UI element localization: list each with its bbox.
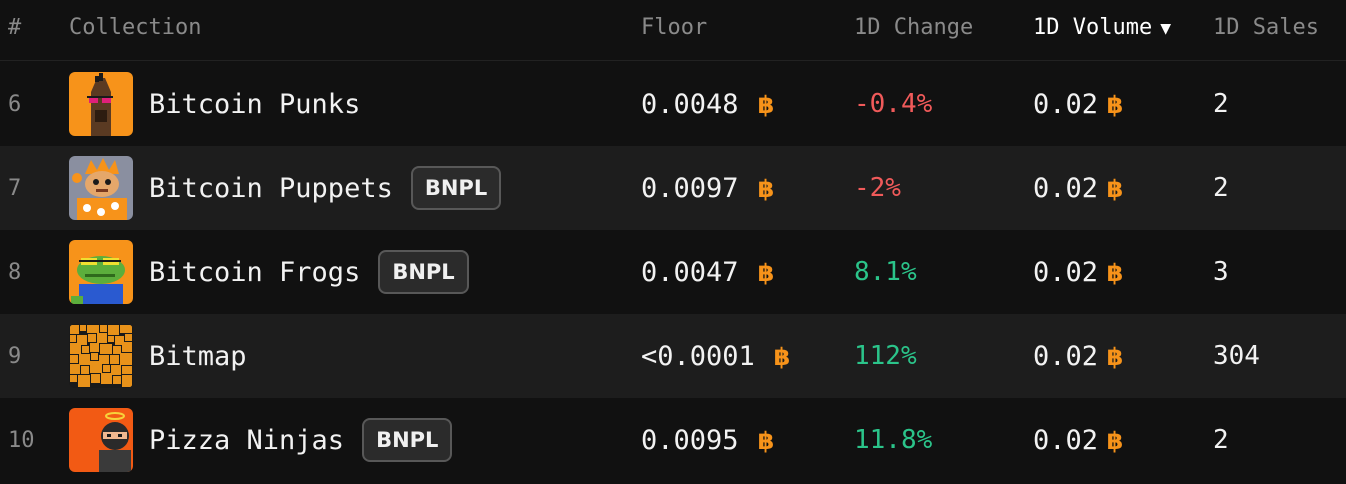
table-row[interactable]: 8 Bitcoin Frogs BNPL 0.0047 ฿ 8.1% 0.02 ฿… [0,230,1346,314]
svg-text:฿: ฿ [1107,427,1124,453]
1d-change: -0.4% [854,89,933,119]
svg-text:฿: ฿ [773,343,790,369]
volume-value: 0.02 [1033,88,1099,120]
floor-price: 0.0048 ฿ [641,62,775,146]
bitcoin-icon: ฿ [757,175,774,201]
row-rank: 10 [8,427,35,453]
bitcoin-frogs-thumbnail [69,230,133,314]
bitcoin-punks-thumbnail [69,62,133,146]
header-1d-volume-label: 1D Volume [1033,15,1153,40]
bitcoin-icon: ฿ [1107,91,1124,117]
volume-value: 0.02 [1033,172,1099,204]
bnpl-badge: BNPL [362,418,453,462]
svg-text:฿: ฿ [757,91,774,117]
floor-value: 0.0097 [641,172,739,204]
bitcoin-icon: ฿ [1107,343,1124,369]
svg-text:฿: ฿ [757,259,774,285]
collection-name-text: Bitcoin Frogs [149,256,361,288]
row-rank: 7 [8,175,22,201]
1d-sales: 3 [1213,257,1229,287]
1d-volume: 0.02 ฿ [1033,230,1124,314]
sort-descending-icon: ▼ [1160,18,1172,39]
collections-table: # Collection Floor 1D Change 1D Volume ▼ … [0,0,1346,484]
1d-change: 8.1% [854,257,917,287]
header-collection[interactable]: Collection [69,14,201,42]
svg-text:฿: ฿ [1107,91,1124,117]
table-header: # Collection Floor 1D Change 1D Volume ▼ … [0,0,1346,61]
svg-text:฿: ฿ [757,427,774,453]
1d-sales: 2 [1213,173,1229,203]
1d-change: -2% [854,173,901,203]
bitcoin-icon: ฿ [1107,427,1124,453]
volume-value: 0.02 [1033,256,1099,288]
1d-sales: 304 [1213,341,1260,371]
1d-sales: 2 [1213,89,1229,119]
1d-sales: 2 [1213,425,1229,455]
floor-value: 0.0095 [641,424,739,456]
bitcoin-icon: ฿ [773,343,790,369]
1d-change: 11.8% [854,425,933,455]
volume-value: 0.02 [1033,424,1099,456]
1d-volume: 0.02 ฿ [1033,146,1124,230]
svg-text:฿: ฿ [1107,343,1124,369]
collection-name[interactable]: Bitmap [149,314,247,398]
table-row[interactable]: 6 Bitcoin Punks 0.0048 ฿ -0.4% 0.02 ฿ 2 [0,62,1346,146]
svg-text:฿: ฿ [1107,259,1124,285]
header-floor[interactable]: Floor [641,14,707,42]
svg-text:฿: ฿ [1107,175,1124,201]
header-1d-change[interactable]: 1D Change [854,14,973,42]
floor-price: 0.0097 ฿ [641,146,775,230]
bitmap-thumbnail [69,314,133,398]
floor-price: 0.0095 ฿ [641,398,775,482]
bitcoin-puppets-thumbnail [69,146,133,230]
1d-change: 112% [854,341,917,371]
collection-name-text: Bitcoin Punks [149,88,361,120]
bnpl-badge: BNPL [378,250,469,294]
bitcoin-icon: ฿ [1107,259,1124,285]
pizza-ninjas-thumbnail [69,398,133,482]
header-1d-sales[interactable]: 1D Sales [1213,14,1319,42]
bitcoin-icon: ฿ [757,259,774,285]
bitcoin-icon: ฿ [757,91,774,117]
collection-name-text: Bitmap [149,340,247,372]
table-row[interactable]: 9 Bitmap <0.0001 ฿ 112% 0.02 ฿ 304 [0,314,1346,398]
svg-text:฿: ฿ [757,175,774,201]
collection-name-text: Pizza Ninjas [149,424,345,456]
row-rank: 8 [8,259,22,285]
bitcoin-icon: ฿ [1107,175,1124,201]
1d-volume: 0.02 ฿ [1033,398,1124,482]
floor-price: 0.0047 ฿ [641,230,775,314]
floor-value: <0.0001 [641,340,755,372]
collection-name[interactable]: Bitcoin Punks [149,62,360,146]
1d-volume: 0.02 ฿ [1033,314,1124,398]
bnpl-badge: BNPL [410,166,502,210]
volume-value: 0.02 [1033,340,1099,372]
collection-name[interactable]: Bitcoin Frogs BNPL [149,230,469,314]
1d-volume: 0.02 ฿ [1033,62,1124,146]
table-row[interactable]: 7 Bitcoin Puppets BNPL 0.0097 ฿ -2% 0.02 … [0,146,1346,230]
table-row[interactable]: 10 Pizza Ninjas BNPL 0.0095 ฿ 11.8% 0.02 … [0,398,1346,482]
header-1d-volume[interactable]: 1D Volume ▼ [1033,14,1171,43]
header-rank: # [8,15,22,40]
floor-value: 0.0048 [641,88,739,120]
collection-name-text: Bitcoin Puppets [149,172,393,204]
floor-value: 0.0047 [641,256,739,288]
collection-name[interactable]: Pizza Ninjas BNPL [149,398,453,482]
row-rank: 9 [8,343,22,369]
row-rank: 6 [8,91,22,117]
floor-price: <0.0001 ฿ [641,314,791,398]
bitcoin-icon: ฿ [757,427,774,453]
collection-name[interactable]: Bitcoin Puppets BNPL [149,146,502,230]
